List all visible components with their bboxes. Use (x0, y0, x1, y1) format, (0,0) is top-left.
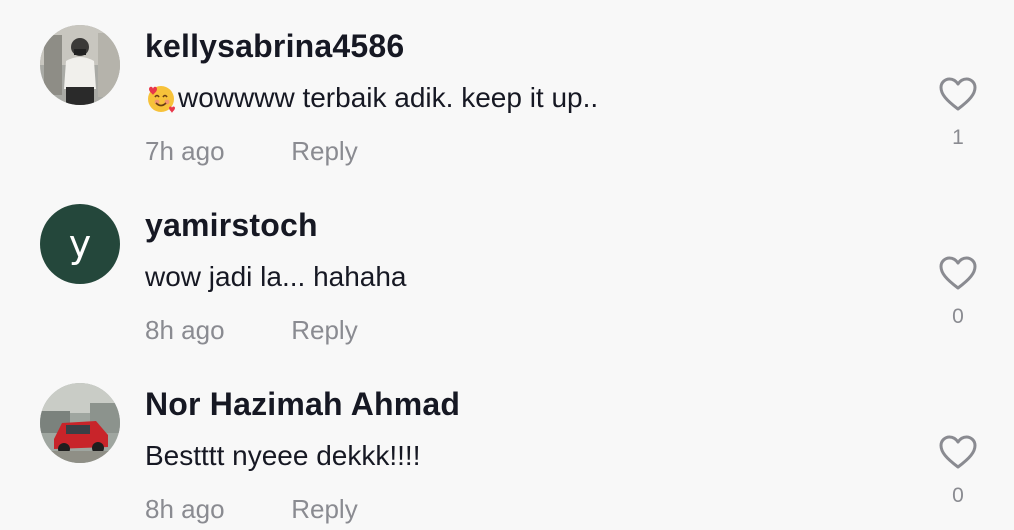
like-count: 0 (952, 305, 964, 328)
comment-meta: 7h ago Reply (145, 136, 358, 167)
comment-username[interactable]: Nor Hazimah Ahmad (145, 386, 460, 423)
reply-button[interactable]: Reply (291, 494, 357, 525)
comment-item: Nor Hazimah Ahmad Bestttt nyeee dekkk!!!… (0, 358, 1014, 530)
heart-outline-icon[interactable] (936, 72, 980, 116)
heart-outline-icon[interactable] (936, 251, 980, 295)
comment-body: wowwww terbaik adik. keep it up.. (178, 82, 599, 113)
avatar[interactable]: y (40, 204, 120, 284)
reply-button[interactable]: Reply (291, 136, 357, 167)
comment-timestamp: 8h ago (145, 315, 225, 345)
like-count: 1 (952, 126, 964, 149)
reply-button[interactable]: Reply (291, 315, 357, 346)
comment-timestamp: 8h ago (145, 494, 225, 524)
comment-username[interactable]: yamirstoch (145, 207, 318, 244)
heart-outline-icon[interactable] (936, 430, 980, 474)
like-count: 0 (952, 484, 964, 507)
smiling-face-with-hearts-icon (145, 82, 177, 114)
comment-item: kellysabrina4586 wowwww terbaik adik. ke… (0, 0, 1014, 178)
avatar[interactable] (40, 25, 120, 105)
comment-item: y yamirstoch wow jadi la... hahaha 8h ag… (0, 179, 1014, 357)
comment-body: wow jadi la... hahaha (145, 261, 407, 292)
comment-meta: 8h ago Reply (145, 494, 358, 525)
comment-text: Bestttt nyeee dekkk!!!! (145, 440, 420, 472)
avatar-photo (40, 383, 120, 463)
comment-username[interactable]: kellysabrina4586 (145, 28, 404, 65)
comment-body: Bestttt nyeee dekkk!!!! (145, 440, 421, 471)
comment-list: kellysabrina4586 wowwww terbaik adik. ke… (0, 0, 1014, 530)
avatar[interactable] (40, 383, 120, 463)
comment-meta: 8h ago Reply (145, 315, 358, 346)
avatar-photo (40, 25, 120, 105)
comment-text: wowwww terbaik adik. keep it up.. (145, 82, 598, 114)
comment-timestamp: 7h ago (145, 136, 225, 166)
comment-text: wow jadi la... hahaha (145, 261, 407, 293)
